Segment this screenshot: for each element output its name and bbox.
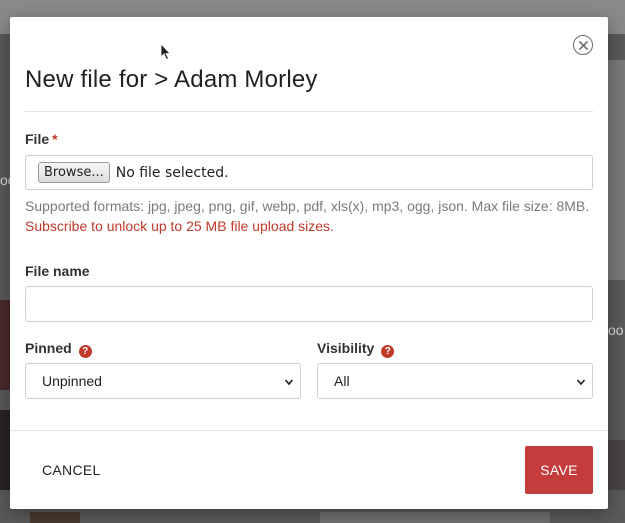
browse-button[interactable]: Browse... [38,162,110,183]
background-thumbnail [320,512,550,523]
supported-formats-text: Supported formats: jpg, jpeg, png, gif, … [25,198,590,214]
pinned-label: Pinned? [25,340,92,358]
background-text-fragment: oo [608,322,624,338]
background-thumbnail [0,300,10,390]
save-button[interactable]: SAVE [525,446,593,494]
file-input[interactable]: Browse... No file selected. [25,155,593,190]
file-status: No file selected. [115,164,229,181]
file-label-text: File [25,131,50,147]
required-marker: * [52,131,58,147]
background-thumbnail [608,440,625,490]
file-name-label: File name [25,263,90,279]
new-file-modal: New file for > Adam Morley File * Browse.… [10,17,608,509]
footer-divider [10,430,608,431]
file-name-input[interactable] [25,286,593,322]
visibility-select[interactable]: All [317,363,593,399]
header-divider [25,111,593,112]
background-thumbnail [608,60,625,280]
visibility-label: Visibility? [317,340,395,358]
file-label: File * [25,131,58,147]
background-thumbnail [0,410,10,490]
pinned-selected-value: Unpinned [42,373,102,389]
pinned-select[interactable]: Unpinned [25,363,301,399]
background-thumbnail [30,512,80,523]
cancel-button[interactable]: CANCEL [42,462,101,478]
close-circle-icon[interactable] [573,35,593,55]
mouse-cursor-icon [160,43,171,61]
upsell-link[interactable]: Subscribe to unlock up to 25 MB file upl… [25,218,334,234]
file-help-text: Supported formats: jpg, jpeg, png, gif, … [25,196,595,236]
chevron-down-icon [284,379,294,386]
chevron-down-icon [576,379,586,386]
pinned-label-text: Pinned [25,340,72,356]
visibility-label-text: Visibility [317,340,375,356]
visibility-selected-value: All [334,373,350,389]
modal-title: New file for > Adam Morley [25,66,318,93]
help-icon[interactable]: ? [381,345,395,358]
help-icon[interactable]: ? [78,345,92,358]
